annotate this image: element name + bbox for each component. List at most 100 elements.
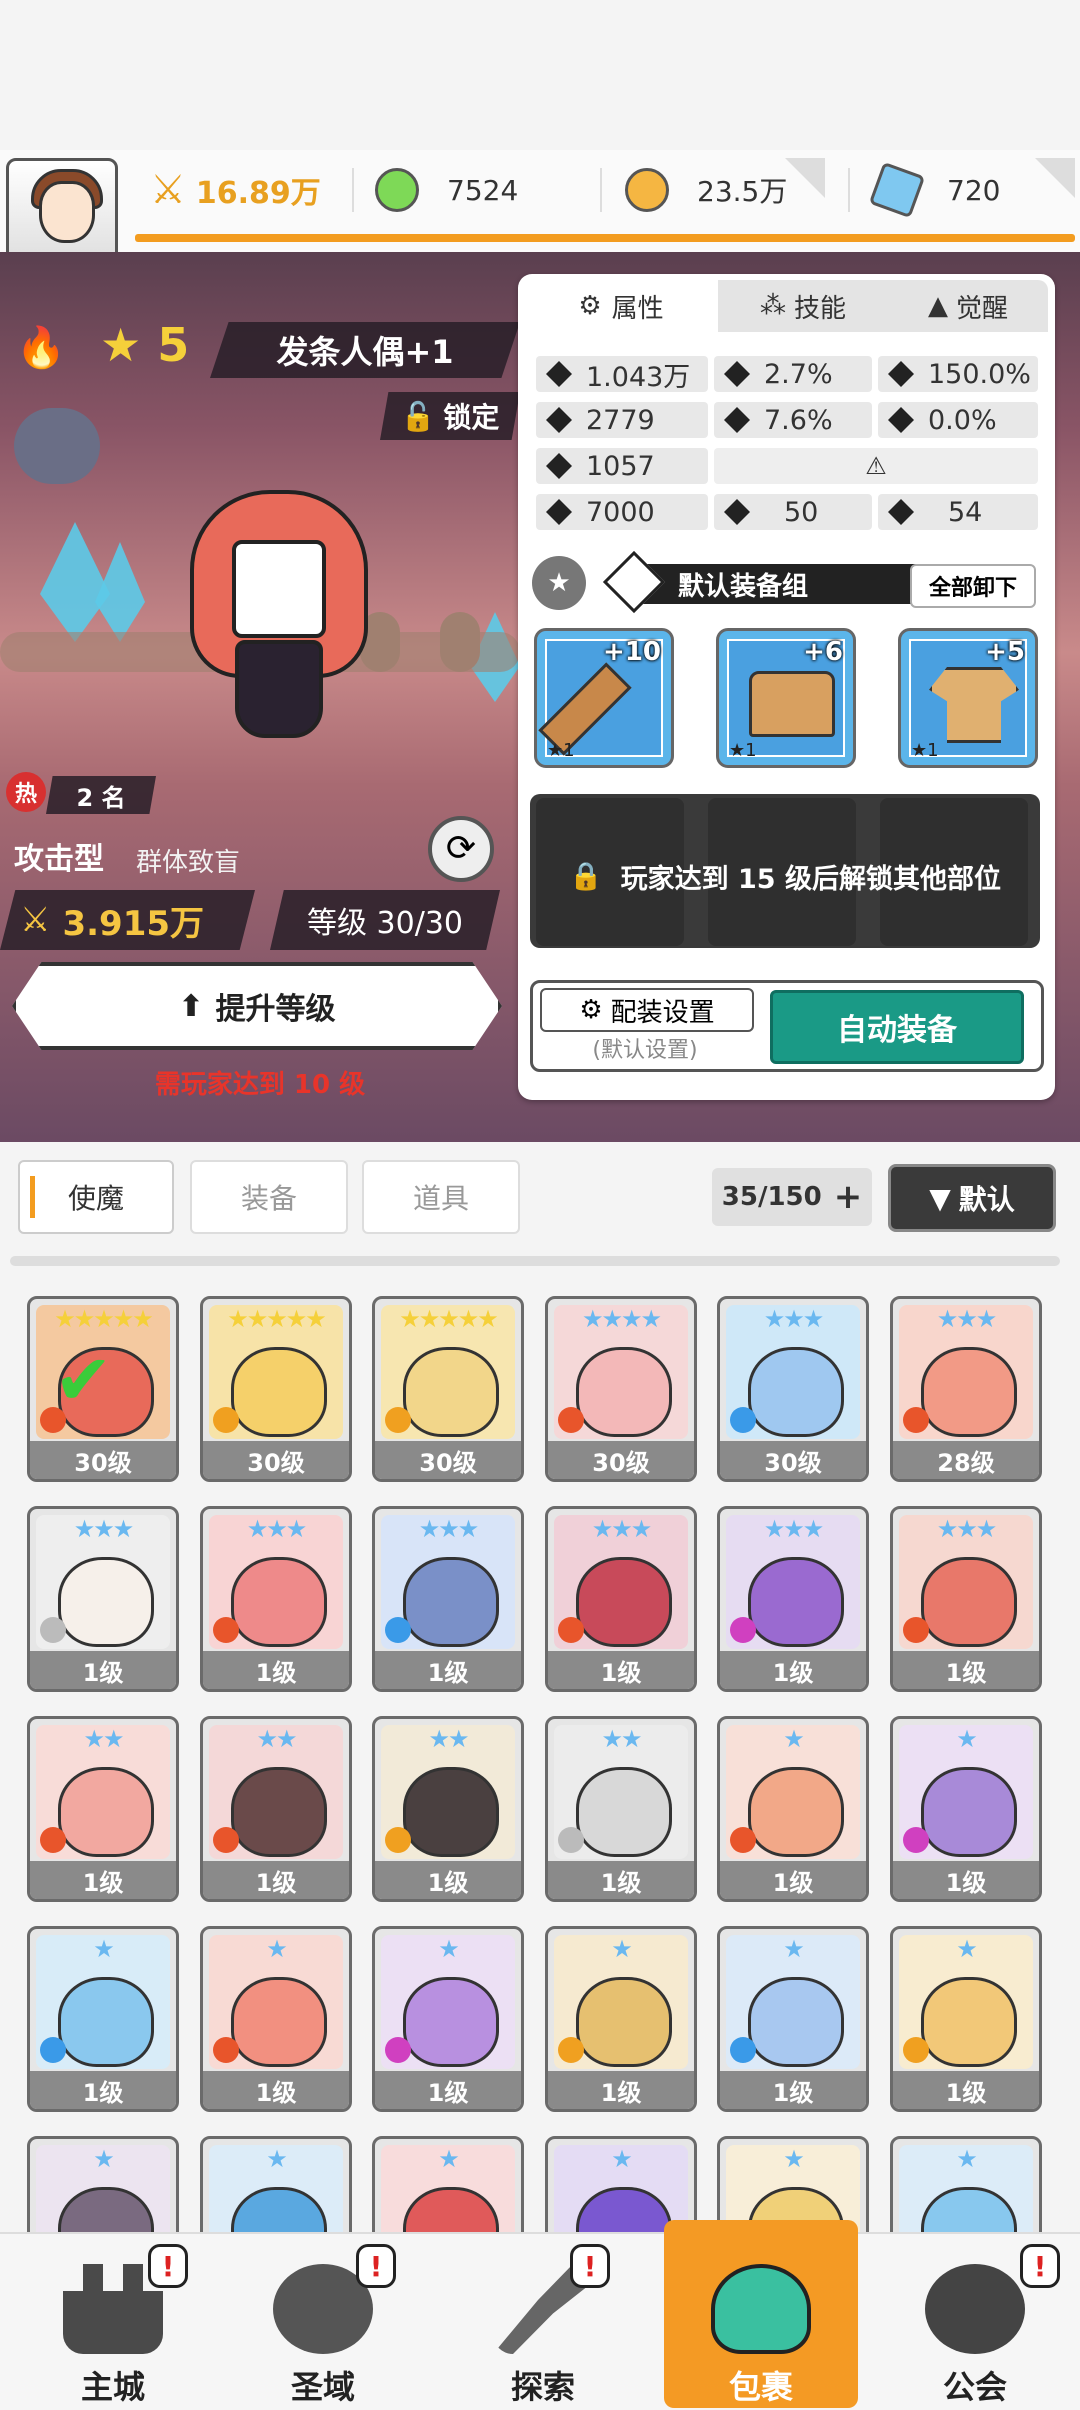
element-icon <box>385 1407 411 1433</box>
familiar-head <box>58 1977 154 2067</box>
stat-info-bar[interactable]: ⚠ <box>714 448 1038 484</box>
warning-icon: ⚠ <box>865 452 887 480</box>
familiar-head <box>403 1347 499 1437</box>
familiar-card[interactable]: ★ 1级 <box>372 1926 524 2112</box>
familiar-head <box>576 1347 672 1437</box>
element-icon <box>213 2037 239 2063</box>
element-icon <box>903 1617 929 1643</box>
element-icon <box>558 1407 584 1433</box>
upgrade-level-button[interactable]: ⬆ 提升等级 <box>12 962 502 1050</box>
familiar-head <box>403 1767 499 1857</box>
sun-icon <box>888 361 914 387</box>
familiar-card[interactable]: ★★★ 30级 <box>717 1296 869 1482</box>
familiar-card[interactable]: ★★★ 1级 <box>200 1506 352 1692</box>
sort-button[interactable]: ▼ 默认 <box>888 1164 1056 1232</box>
hero-name: 发条人偶+1 <box>210 322 520 378</box>
familiar-card[interactable]: ★★★★★ 30级 <box>200 1296 352 1482</box>
familiar-card[interactable]: ★★★ 1级 <box>890 1506 1042 1692</box>
divider <box>10 1256 1060 1266</box>
familiar-stars: ★ <box>438 1935 460 1963</box>
familiar-stars: ★ <box>93 2145 115 2173</box>
familiar-card[interactable]: ★ 1级 <box>717 1926 869 2112</box>
auto-equip-button[interactable]: 自动装备 <box>770 990 1024 1064</box>
element-icon <box>385 2037 411 2063</box>
familiar-stars: ★★ <box>601 1725 642 1753</box>
familiar-card[interactable]: ★★ 1级 <box>200 1716 352 1902</box>
tab-equipment[interactable]: 装备 <box>190 1160 348 1234</box>
stat-crit-dmg: 150.0% <box>878 356 1038 392</box>
familiar-card[interactable]: ★ 1级 <box>890 1716 1042 1902</box>
familiar-card[interactable]: ★ 1级 <box>545 1926 697 2112</box>
lock-icon: 🔓 <box>400 399 436 433</box>
familiar-head <box>748 1767 844 1857</box>
tab-familiars[interactable]: 使魔 <box>18 1160 174 1234</box>
inventory-capacity[interactable]: 35/150 + <box>712 1168 872 1226</box>
familiar-card[interactable]: ★ 1级 <box>890 1926 1042 2112</box>
stat-speed: 7000 <box>536 494 708 530</box>
swirl-icon <box>888 499 914 525</box>
element-icon <box>903 1827 929 1853</box>
unequip-all-button[interactable]: 全部卸下 <box>910 564 1036 608</box>
skill-icon: ⁂ <box>759 291 786 321</box>
familiar-level: 1级 <box>548 2071 694 2109</box>
familiar-card[interactable]: ★ 1级 <box>27 1926 179 2112</box>
tab-awaken[interactable]: ▲ 觉醒 <box>888 280 1048 332</box>
arrow-up-icon: ⬆ <box>178 988 204 1024</box>
familiar-level: 1级 <box>893 1861 1039 1899</box>
familiar-level: 1级 <box>548 1861 694 1899</box>
familiar-card[interactable]: ★★★ 1级 <box>27 1506 179 1692</box>
familiar-stars: ★★★ <box>936 1305 998 1333</box>
chest-icon <box>749 671 835 737</box>
equip-slot-weapon[interactable]: +10 ★1 <box>534 628 674 768</box>
familiar-card[interactable]: ★ 1级 <box>717 1716 869 1902</box>
familiar-card[interactable]: ★★★ 1级 <box>717 1506 869 1692</box>
familiar-stars: ★★★ <box>73 1515 135 1543</box>
tab-skills[interactable]: ⁂ 技能 <box>718 280 888 332</box>
crosshair-icon <box>724 407 750 433</box>
tab-attributes[interactable]: ⚙ 属性 <box>526 280 716 332</box>
hero-level: 等级 30/30 <box>270 890 500 950</box>
familiar-card[interactable]: ★★★ 28级 <box>890 1296 1042 1482</box>
config-settings-button[interactable]: ⚙ 配装设置 <box>540 988 754 1032</box>
familiar-head <box>748 1347 844 1437</box>
familiar-head <box>403 1557 499 1647</box>
familiar-stars: ★ <box>266 1935 288 1963</box>
familiar-card[interactable]: ★ 1级 <box>200 1926 352 2112</box>
dodge-icon <box>888 407 914 433</box>
stat-hp: 1.043万 <box>536 356 708 393</box>
hero-power: ⚔ 3.915万 <box>0 890 255 950</box>
familiar-stars: ★ <box>783 2145 805 2173</box>
familiar-stars: ★ <box>611 1935 633 1963</box>
stat-b: 54 <box>878 494 1038 530</box>
element-icon <box>903 2037 929 2063</box>
bird-locked-icon[interactable] <box>14 408 100 484</box>
familiar-head <box>231 1347 327 1437</box>
tab-items[interactable]: 道具 <box>362 1160 520 1234</box>
familiar-stars: ★ <box>783 1935 805 1963</box>
familiar-level: 1级 <box>203 1651 349 1689</box>
element-icon <box>730 1617 756 1643</box>
familiar-card[interactable]: ★★ 1级 <box>27 1716 179 1902</box>
element-icon <box>903 1407 929 1433</box>
familiar-card[interactable]: ★★★★★ 30级 ✔ <box>27 1296 179 1482</box>
familiar-card[interactable]: ★★★★ 30级 <box>545 1296 697 1482</box>
familiar-card[interactable]: ★★★ 1级 <box>545 1506 697 1692</box>
refresh-icon[interactable]: ⟳ <box>428 816 494 882</box>
familiar-head <box>403 1977 499 2067</box>
familiar-stars: ★ <box>266 2145 288 2173</box>
familiar-level: 1级 <box>30 2071 176 2109</box>
familiar-head <box>231 1557 327 1647</box>
element-icon <box>730 1407 756 1433</box>
stat-attack: 2779 <box>536 402 708 438</box>
familiar-card[interactable]: ★★ 1级 <box>545 1716 697 1902</box>
familiar-card[interactable]: ★★★★★ 30级 <box>372 1296 524 1482</box>
familiar-level: 1级 <box>720 2071 866 2109</box>
lock-button[interactable]: 🔓 锁定 <box>380 392 520 440</box>
hero-character <box>190 490 368 760</box>
familiar-card[interactable]: ★★★ 1级 <box>372 1506 524 1692</box>
familiar-card[interactable]: ★★ 1级 <box>372 1716 524 1902</box>
equip-slot-armor[interactable]: +5 ★1 <box>898 628 1038 768</box>
nav-bag[interactable]: 包裹 <box>676 2232 846 2408</box>
lock-icon: 🔒 <box>569 861 603 892</box>
equip-slot-chest[interactable]: +6 ★1 <box>716 628 856 768</box>
